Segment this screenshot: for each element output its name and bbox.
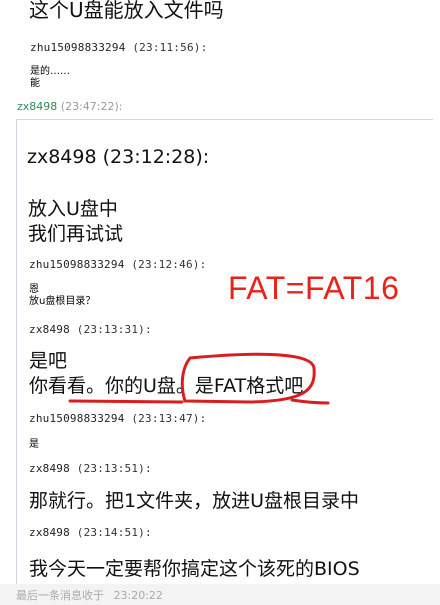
- tail-stroke: [290, 398, 330, 405]
- circle-stroke: [180, 352, 316, 404]
- last-message-status: 最后一条消息收于 23:20:22: [16, 587, 163, 603]
- red-ink-markup: [68, 352, 330, 405]
- underline-stroke: [68, 399, 184, 404]
- status-time: 23:20:22: [113, 589, 163, 602]
- status-label: 最后一条消息收于: [16, 589, 104, 602]
